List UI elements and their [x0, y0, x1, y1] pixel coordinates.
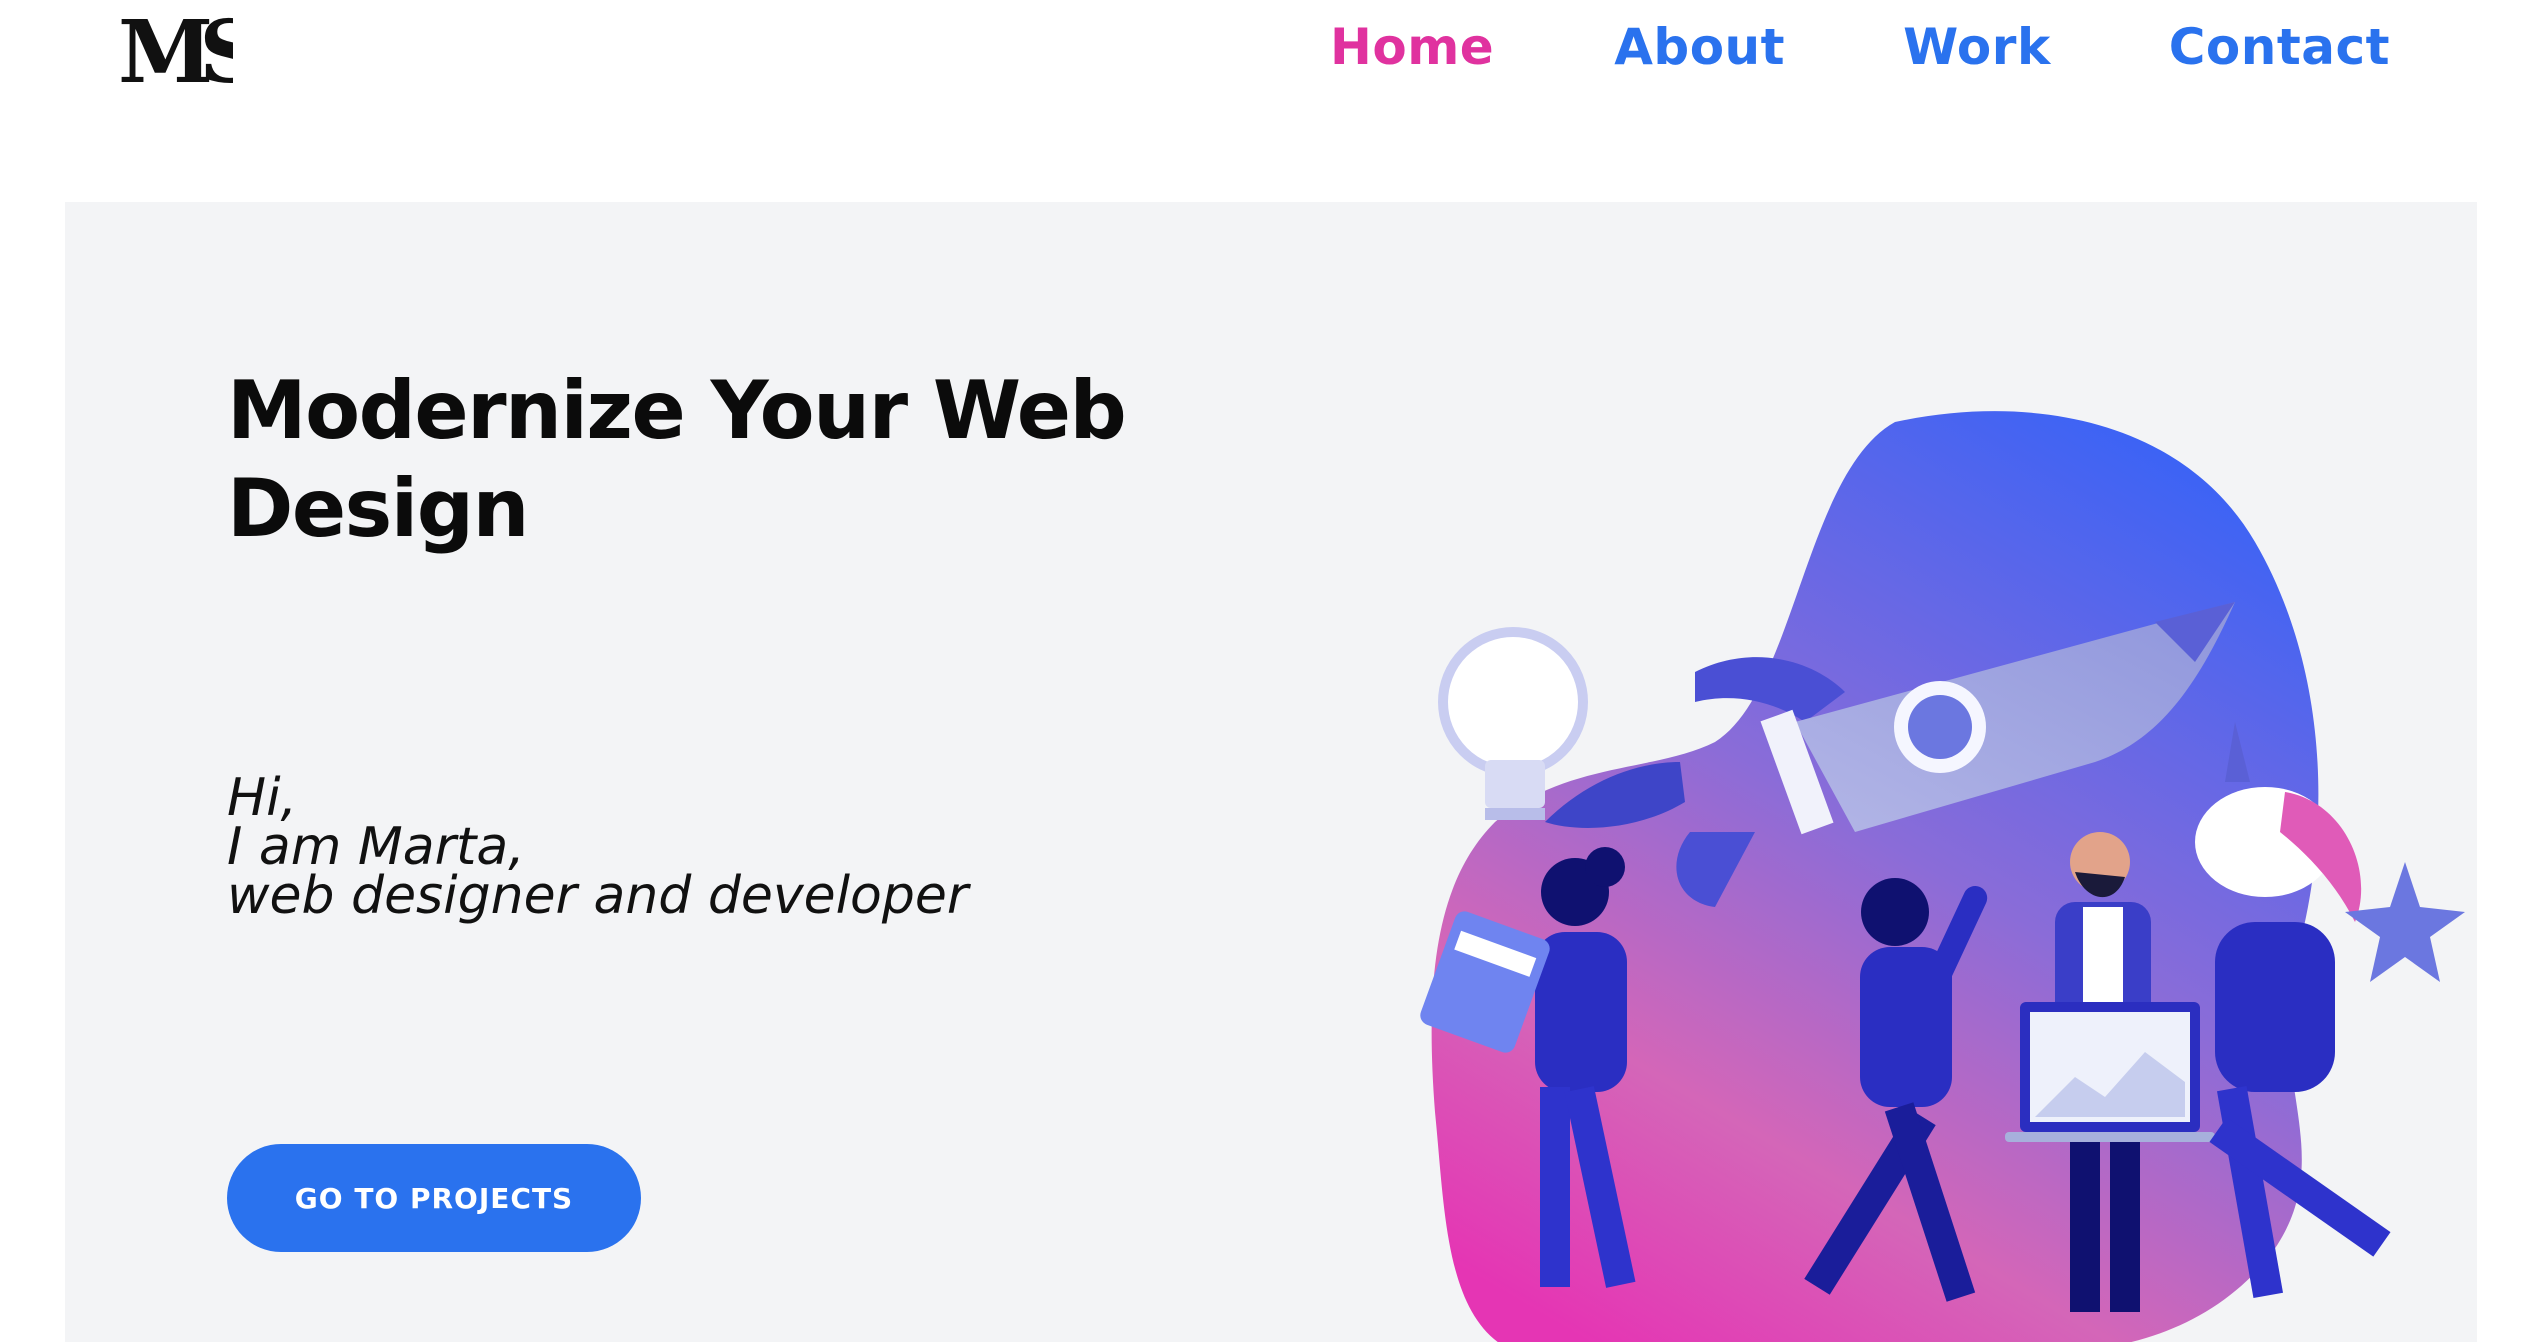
hero-intro: Hi, I am Marta, web designer and develop…: [227, 768, 1127, 926]
nav-contact-link[interactable]: Contact: [2169, 18, 2390, 76]
intro-line-name: I am Marta,: [227, 817, 525, 877]
logo-text: MS: [118, 8, 233, 96]
intro-line-role: web designer and developer: [227, 866, 969, 926]
hero-section: Modernize Your Web Design Hi, I am Marta…: [65, 202, 2477, 1342]
ms-logo-icon: MS: [118, 8, 233, 96]
brand-logo[interactable]: MS: [118, 8, 233, 96]
main-nav: Home About Work Contact: [1330, 18, 2390, 76]
team-rocket-unicorn-illustration-icon: [1420, 411, 2465, 1342]
nav-home-link[interactable]: Home: [1330, 18, 1494, 76]
go-to-projects-button[interactable]: GO TO PROJECTS: [227, 1144, 641, 1252]
nav-about-link[interactable]: About: [1614, 18, 1785, 76]
hero-illustration: [1335, 362, 2477, 1342]
intro-line-greeting: Hi,: [227, 768, 298, 828]
nav-work-link[interactable]: Work: [1903, 18, 2051, 76]
hero-title: Modernize Your Web Design: [227, 364, 1127, 555]
